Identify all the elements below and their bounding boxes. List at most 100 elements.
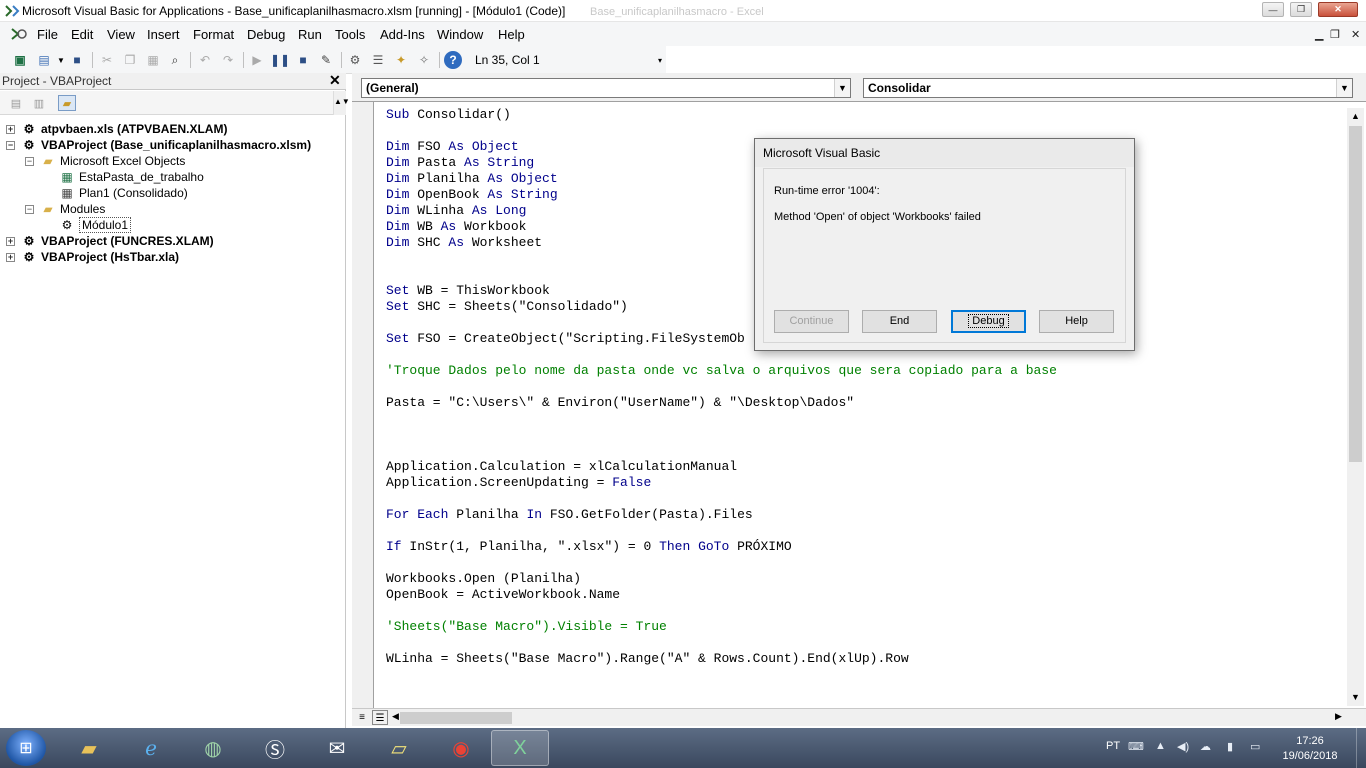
network-icon[interactable]: ☁ bbox=[1200, 740, 1211, 753]
continue-button[interactable]: Continue bbox=[774, 310, 849, 333]
full-module-view-icon[interactable]: ☰ bbox=[372, 710, 388, 725]
tree-item-atpvbaen[interactable]: + ⚙ atpvbaen.xls (ATPVBAEN.XLAM) bbox=[6, 121, 227, 137]
tree-item-excel-objects[interactable]: − ▰ Microsoft Excel Objects bbox=[25, 153, 185, 169]
debug-button[interactable]: Debug bbox=[951, 310, 1026, 333]
find-icon[interactable]: ⌕ bbox=[166, 51, 184, 69]
tree-item-funcres[interactable]: + ⚙ VBAProject (FUNCRES.XLAM) bbox=[6, 233, 214, 249]
tray-expand-icon[interactable]: ▲ bbox=[1155, 740, 1166, 752]
excel-icon[interactable]: X bbox=[491, 730, 549, 766]
battery-icon[interactable]: ▮ bbox=[1227, 740, 1233, 753]
menu-debug[interactable]: Debug bbox=[247, 27, 285, 42]
view-excel-icon[interactable]: ▣ bbox=[11, 51, 29, 69]
code-line[interactable]: If InStr(1, Planilha, ".xlsx") = 0 Then … bbox=[386, 539, 792, 555]
procedure-combo[interactable]: Consolidar ▼ bbox=[863, 78, 1353, 98]
reset-icon[interactable]: ■ bbox=[294, 51, 312, 69]
file-explorer-icon[interactable]: ▰ bbox=[60, 730, 118, 766]
scroll-up-icon[interactable]: ▲ bbox=[1347, 108, 1364, 125]
code-line[interactable]: Set SHC = Sheets("Consolidado") bbox=[386, 299, 628, 315]
vba-menu-icon[interactable] bbox=[10, 26, 28, 42]
code-line[interactable]: Sub Consolidar() bbox=[386, 107, 511, 123]
expand-icon[interactable]: + bbox=[6, 124, 15, 134]
end-button[interactable]: End bbox=[862, 310, 937, 333]
scroll-thumb[interactable] bbox=[1349, 126, 1362, 462]
mdi-minimize-button[interactable]: ▁ bbox=[1315, 28, 1323, 41]
margin-indicator-bar[interactable] bbox=[352, 102, 374, 708]
menu-format[interactable]: Format bbox=[193, 27, 234, 42]
copy-icon[interactable]: ❐ bbox=[121, 51, 139, 69]
code-line[interactable]: Application.ScreenUpdating = False bbox=[386, 475, 651, 491]
chrome-icon[interactable]: ◉ bbox=[432, 730, 490, 766]
tree-item-base-project[interactable]: − ⚙ VBAProject (Base_unificaplanilhasmac… bbox=[6, 137, 311, 153]
minimize-button[interactable]: — bbox=[1262, 2, 1284, 17]
design-mode-icon[interactable]: ✎ bbox=[317, 51, 335, 69]
code-line[interactable]: Dim WLinha As Long bbox=[386, 203, 526, 219]
menu-help[interactable]: Help bbox=[498, 27, 525, 42]
code-line[interactable]: WLinha = Sheets("Base Macro").Range("A" … bbox=[386, 651, 909, 667]
insert-userform-icon[interactable]: ▤ bbox=[35, 51, 53, 69]
code-line[interactable]: For Each Planilha In FSO.GetFolder(Pasta… bbox=[386, 507, 753, 523]
help-icon[interactable]: ? bbox=[444, 51, 462, 69]
collapse-icon[interactable]: − bbox=[25, 156, 34, 166]
object-combo[interactable]: (General) ▼ bbox=[361, 78, 851, 98]
tree-item-estapasta[interactable]: ▦ EstaPasta_de_trabalho bbox=[59, 169, 203, 185]
maximize-button[interactable]: ❐ bbox=[1290, 2, 1312, 17]
collapse-icon[interactable]: − bbox=[6, 140, 15, 150]
tree-item-modules[interactable]: − ▰ Modules bbox=[25, 201, 105, 217]
volume-icon[interactable]: ◀) bbox=[1177, 740, 1189, 753]
undo-icon[interactable]: ↶ bbox=[196, 51, 214, 69]
properties-window-icon[interactable]: ☰ bbox=[369, 51, 387, 69]
tree-item-modulo1[interactable]: ⚙ Módulo1 bbox=[59, 217, 132, 233]
collapse-icon[interactable]: − bbox=[25, 204, 34, 214]
procedure-view-icon[interactable]: ≡ bbox=[354, 710, 370, 725]
horizontal-scroll-thumb[interactable] bbox=[400, 712, 512, 724]
menu-insert[interactable]: Insert bbox=[147, 27, 180, 42]
expand-icon[interactable]: + bbox=[6, 252, 15, 262]
menu-edit[interactable]: Edit bbox=[71, 27, 93, 42]
menu-tools[interactable]: Tools bbox=[335, 27, 365, 42]
scroll-left-icon[interactable]: ◀ bbox=[392, 711, 399, 722]
expand-icon[interactable]: + bbox=[6, 236, 15, 246]
close-button[interactable]: ✕ bbox=[1318, 2, 1358, 17]
chevron-down-icon[interactable]: ▼ bbox=[834, 79, 850, 97]
toolbox-icon[interactable]: ✧ bbox=[415, 51, 433, 69]
scroll-down-icon[interactable]: ▼ bbox=[1347, 689, 1364, 706]
code-line[interactable]: Pasta = "C:\Users\" & Environ("UserName"… bbox=[386, 395, 854, 411]
code-line[interactable]: Set FSO = CreateObject("Scripting.FileSy… bbox=[386, 331, 745, 347]
chevron-down-icon[interactable]: ▼ bbox=[1336, 79, 1352, 97]
internet-explorer-icon[interactable]: ℯ bbox=[122, 730, 180, 766]
paste-icon[interactable]: ▦ bbox=[144, 51, 162, 69]
code-line[interactable]: 'Troque Dados pelo nome da pasta onde vc… bbox=[386, 363, 1057, 379]
run-icon[interactable]: ▶ bbox=[248, 51, 266, 69]
menu-file[interactable]: File bbox=[37, 27, 58, 42]
menu-add-ins[interactable]: Add-Ins bbox=[380, 27, 425, 42]
code-line[interactable]: Dim SHC As Worksheet bbox=[386, 235, 542, 251]
language-indicator[interactable]: PT bbox=[1106, 740, 1120, 752]
code-line[interactable]: 'Sheets("Base Macro").Visible = True bbox=[386, 619, 667, 635]
code-line[interactable]: Dim OpenBook As String bbox=[386, 187, 558, 203]
show-desktop-button[interactable] bbox=[1356, 728, 1366, 768]
code-line[interactable]: Dim WB As Workbook bbox=[386, 219, 526, 235]
skype-icon[interactable]: Ⓢ bbox=[246, 730, 304, 766]
menu-window[interactable]: Window bbox=[437, 27, 483, 42]
code-line[interactable]: Application.Calculation = xlCalculationM… bbox=[386, 459, 737, 475]
mdi-close-button[interactable]: ✕ bbox=[1351, 28, 1360, 41]
code-line[interactable]: OpenBook = ActiveWorkbook.Name bbox=[386, 587, 620, 603]
code-line[interactable]: Set WB = ThisWorkbook bbox=[386, 283, 550, 299]
redo-icon[interactable]: ↷ bbox=[219, 51, 237, 69]
project-explorer-scroll[interactable]: ▲▼ bbox=[333, 91, 350, 115]
code-line[interactable]: Dim FSO As Object bbox=[386, 139, 519, 155]
project-explorer-icon[interactable]: ⚙ bbox=[346, 51, 364, 69]
network-globe-icon[interactable]: ◍ bbox=[184, 730, 242, 766]
view-object-icon[interactable]: ▥ bbox=[30, 95, 48, 111]
horizontal-scrollbar[interactable]: ≡ ☰ ◀ ▶ bbox=[352, 708, 1366, 726]
menu-run[interactable]: Run bbox=[298, 27, 322, 42]
keyboard-icon[interactable]: ⌨ bbox=[1128, 740, 1144, 753]
object-browser-icon[interactable]: ✦ bbox=[392, 51, 410, 69]
scroll-right-icon[interactable]: ▶ bbox=[1335, 711, 1342, 722]
sticky-notes-icon[interactable]: ▱ bbox=[370, 730, 428, 766]
vertical-scrollbar[interactable]: ▲ ▼ bbox=[1347, 108, 1364, 706]
project-explorer-close-button[interactable]: ✕ bbox=[329, 72, 341, 89]
system-clock[interactable]: 17:26 19/06/2018 bbox=[1282, 734, 1338, 764]
tree-item-hstbar[interactable]: + ⚙ VBAProject (HsTbar.xla) bbox=[6, 249, 179, 265]
help-button[interactable]: Help bbox=[1039, 310, 1114, 333]
